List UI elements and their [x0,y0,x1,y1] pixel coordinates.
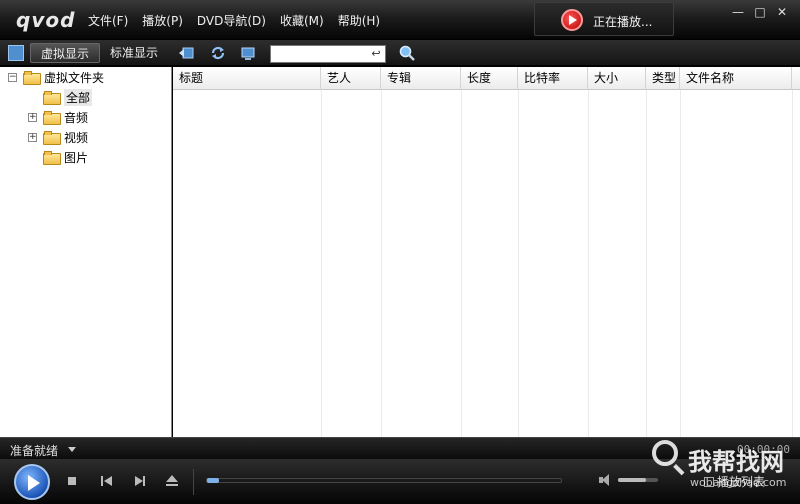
view-mode-icon[interactable] [8,45,24,61]
expand-icon[interactable]: + [28,112,37,122]
search-icon[interactable] [398,44,416,62]
list-header: 标题 艺人 专辑 长度 比特率 大小 类型 文件名称 [173,67,800,90]
tree-item-all[interactable]: 全部 [43,88,93,106]
now-playing-label: 正在播放... [593,15,653,29]
column-header-type[interactable]: 类型 [646,67,680,90]
column-header-artist[interactable]: 艺人 [321,67,381,90]
expand-icon[interactable]: + [28,132,37,142]
folder-icon [23,71,41,85]
seek-bar[interactable] [206,478,562,483]
folder-icon [43,91,61,105]
column-header-filename[interactable]: 文件名称 [680,67,792,90]
seek-handle[interactable] [207,478,219,483]
column-header-album[interactable]: 专辑 [381,67,461,90]
tree-item-label: 视频 [64,130,89,145]
search-go-icon[interactable]: ↩ [369,47,383,61]
column-divider [518,90,519,437]
eject-icon[interactable] [165,474,179,488]
toolbar: 虚拟显示 标准显示 ↩ [0,40,800,66]
tree-item-video[interactable]: + 视频 [28,128,88,146]
screen-icon[interactable] [240,45,256,61]
menu-play[interactable]: 播放(P) [142,12,183,29]
window-controls: — □ ✕ [732,6,788,18]
menu-favorites[interactable]: 收藏(M) [280,12,324,29]
column-header-bitrate[interactable]: 比特率 [518,67,588,90]
column-divider [321,90,322,437]
column-header-length[interactable]: 长度 [461,67,518,90]
tree-item-label: 音频 [64,110,89,125]
tab-standard-view[interactable]: 标准显示 [100,43,168,63]
close-icon[interactable]: ✕ [776,6,788,18]
volume-level [618,478,646,482]
playlist-icon [704,477,714,487]
next-icon[interactable] [133,474,147,488]
tree-item-pictures[interactable]: 图片 [43,148,88,166]
qvod-play-icon [561,9,583,31]
minimize-icon[interactable]: — [732,6,744,18]
now-playing-button[interactable]: 正在播放... [534,2,674,36]
folder-tree: − 虚拟文件夹 全部 + 音频 + 视频 图片 [0,67,172,437]
column-divider [680,90,681,437]
menu-help[interactable]: 帮助(H) [338,12,380,29]
play-button[interactable] [14,464,50,500]
column-divider [381,90,382,437]
divider [193,469,194,495]
stop-icon[interactable] [65,474,79,488]
menu-dvd[interactable]: DVD导航(D) [197,12,266,29]
previous-icon[interactable] [99,474,113,488]
playlist-label: 播放列表 [717,475,766,489]
menu-bar: 文件(F) 播放(P) DVD导航(D) 收藏(M) 帮助(H) [88,12,394,29]
column-header-title[interactable]: 标题 [173,67,321,90]
media-list[interactable]: 标题 艺人 专辑 长度 比特率 大小 类型 文件名称 [173,67,800,437]
tree-root[interactable]: − 虚拟文件夹 [8,68,104,86]
volume-icon[interactable] [598,473,612,487]
tree-item-audio[interactable]: + 音频 [28,108,88,126]
menu-file[interactable]: 文件(F) [88,12,128,29]
column-divider [792,90,793,437]
tree-root-label: 虚拟文件夹 [44,70,105,85]
app-logo: qvod [16,8,76,32]
title-bar: qvod 文件(F) 播放(P) DVD导航(D) 收藏(M) 帮助(H) 正在… [0,0,800,40]
column-divider [646,90,647,437]
status-dropdown-icon[interactable] [68,447,76,452]
tab-virtual-view[interactable]: 虚拟显示 [30,43,101,63]
back-icon[interactable] [178,45,194,61]
column-header-size[interactable]: 大小 [588,67,646,90]
search-input[interactable]: ↩ [270,45,386,63]
status-bar: 准备就绪 00:00:00 [0,437,800,459]
status-text: 准备就绪 [10,444,59,458]
time-display: 00:00:00 [737,443,790,456]
folder-icon [43,151,61,165]
maximize-icon[interactable]: □ [754,6,766,18]
refresh-icon[interactable] [210,45,226,61]
collapse-icon[interactable]: − [8,72,17,82]
volume-slider[interactable] [618,478,658,482]
tree-item-label: 全部 [64,88,93,106]
playlist-button[interactable]: 播放列表 [704,473,765,490]
tree-item-label: 图片 [64,150,89,165]
column-divider [461,90,462,437]
column-divider [588,90,589,437]
folder-icon [43,111,61,125]
playback-controls: 播放列表 [0,459,800,504]
folder-icon [43,131,61,145]
